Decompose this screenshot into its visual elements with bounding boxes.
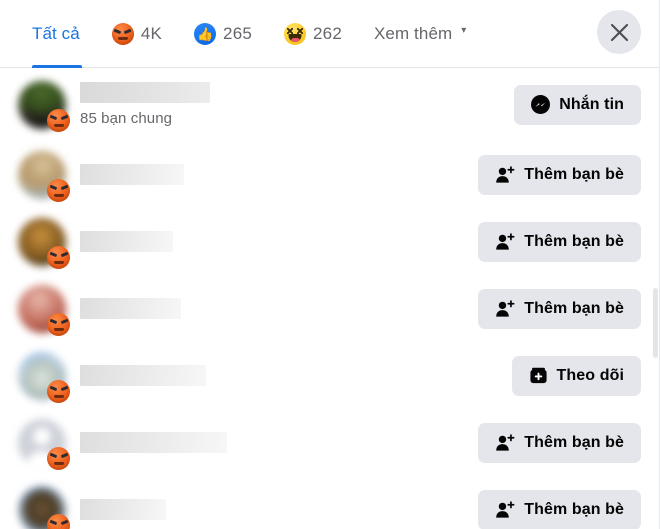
list-item-text xyxy=(80,298,468,319)
user-name-redacted xyxy=(80,432,227,453)
scrollbar-thumb[interactable] xyxy=(653,288,658,358)
person-plus-icon xyxy=(496,299,515,317)
add-friend-button[interactable]: Thêm bạn bè xyxy=(478,489,641,529)
add-friend-button[interactable]: Thêm bạn bè xyxy=(478,422,641,463)
user-name-redacted xyxy=(80,81,210,103)
angry-reaction-badge xyxy=(47,379,70,403)
user-name-redacted xyxy=(80,499,166,520)
list-item[interactable]: Thêm bạn bè xyxy=(0,476,659,529)
follow-button-label: Theo dõi xyxy=(556,366,624,384)
close-icon xyxy=(610,23,628,41)
list-item[interactable]: Thêm bạn bè xyxy=(0,208,659,275)
person-plus-icon xyxy=(496,433,515,451)
tab-angry-count: 4K xyxy=(140,23,163,43)
mutual-friends-label: 85 bạn chung xyxy=(80,109,173,127)
tab-see-more[interactable]: Xem thêm ▾ xyxy=(358,0,482,68)
user-name-redacted xyxy=(80,231,173,252)
tab-like-count: 265 xyxy=(223,23,253,43)
angry-reaction-badge xyxy=(47,108,70,132)
person-plus-icon xyxy=(496,500,515,518)
avatar[interactable] xyxy=(18,284,70,336)
avatar[interactable] xyxy=(18,150,70,202)
haha-reaction-icon xyxy=(284,22,307,45)
avatar[interactable] xyxy=(18,351,70,403)
angry-reaction-badge xyxy=(47,245,70,269)
person-plus-icon xyxy=(496,232,515,250)
tab-angry[interactable]: 4K xyxy=(96,0,178,68)
list-item-text: 85 bạn chung xyxy=(80,81,504,128)
add-friend-button[interactable]: Thêm bạn bè xyxy=(478,288,641,329)
follow-button[interactable]: Theo dõi xyxy=(511,355,641,396)
add-friend-button-label: Thêm bạn bè xyxy=(524,433,624,451)
list-item[interactable]: 85 bạn chung Nhắn tin xyxy=(0,68,659,141)
add-friend-button-label: Thêm bạn bè xyxy=(524,232,624,250)
angry-reaction-badge xyxy=(47,312,70,336)
avatar[interactable] xyxy=(18,485,70,529)
list-item[interactable]: Theo dõi xyxy=(0,342,659,409)
message-button[interactable]: Nhắn tin xyxy=(514,84,641,125)
list-item[interactable]: Thêm bạn bè xyxy=(0,141,659,208)
list-item-text xyxy=(80,231,468,252)
list-scrollbar[interactable] xyxy=(653,68,658,529)
list-item-text xyxy=(80,499,468,520)
angry-reaction-badge xyxy=(47,446,70,470)
close-button[interactable] xyxy=(597,10,641,54)
reactions-tab-bar: Tất cả 4K 👍 265 262 Xem thêm ▾ xyxy=(0,0,659,68)
tab-all[interactable]: Tất cả xyxy=(18,0,96,68)
list-item-text xyxy=(80,432,468,453)
angry-reaction-badge xyxy=(47,513,70,529)
user-name-redacted xyxy=(80,298,181,319)
add-friend-button[interactable]: Thêm bạn bè xyxy=(478,221,641,262)
user-name-redacted xyxy=(80,164,184,185)
tab-like[interactable]: 👍 265 xyxy=(178,0,268,68)
reactors-list[interactable]: 85 bạn chung Nhắn tin Thêm bạn bè Thêm b… xyxy=(0,68,659,529)
chevron-down-icon: ▾ xyxy=(461,24,467,36)
like-reaction-icon: 👍 xyxy=(194,22,217,45)
tab-all-label: Tất cả xyxy=(32,23,80,43)
list-item[interactable]: Thêm bạn bè xyxy=(0,409,659,476)
person-plus-icon xyxy=(496,165,515,183)
tab-haha[interactable]: 262 xyxy=(268,0,358,68)
message-button-label: Nhắn tin xyxy=(559,95,624,113)
avatar[interactable] xyxy=(18,217,70,269)
reactions-dialog: Tất cả 4K 👍 265 262 Xem thêm ▾ 85 bạn ch… xyxy=(0,0,660,529)
user-name-redacted xyxy=(80,365,206,386)
add-friend-button[interactable]: Thêm bạn bè xyxy=(478,154,641,195)
angry-reaction-icon xyxy=(111,22,134,45)
tab-haha-count: 262 xyxy=(313,23,342,43)
follow-plus-box-icon xyxy=(529,367,547,384)
avatar[interactable] xyxy=(18,418,70,470)
list-item-text xyxy=(80,164,468,185)
messenger-icon xyxy=(531,95,551,114)
add-friend-button-label: Thêm bạn bè xyxy=(524,299,624,317)
angry-reaction-badge xyxy=(47,178,70,202)
add-friend-button-label: Thêm bạn bè xyxy=(524,500,624,518)
add-friend-button-label: Thêm bạn bè xyxy=(524,165,624,183)
avatar[interactable] xyxy=(18,80,70,132)
tab-see-more-label: Xem thêm xyxy=(373,23,453,43)
list-item-text xyxy=(80,365,502,386)
list-item[interactable]: Thêm bạn bè xyxy=(0,275,659,342)
